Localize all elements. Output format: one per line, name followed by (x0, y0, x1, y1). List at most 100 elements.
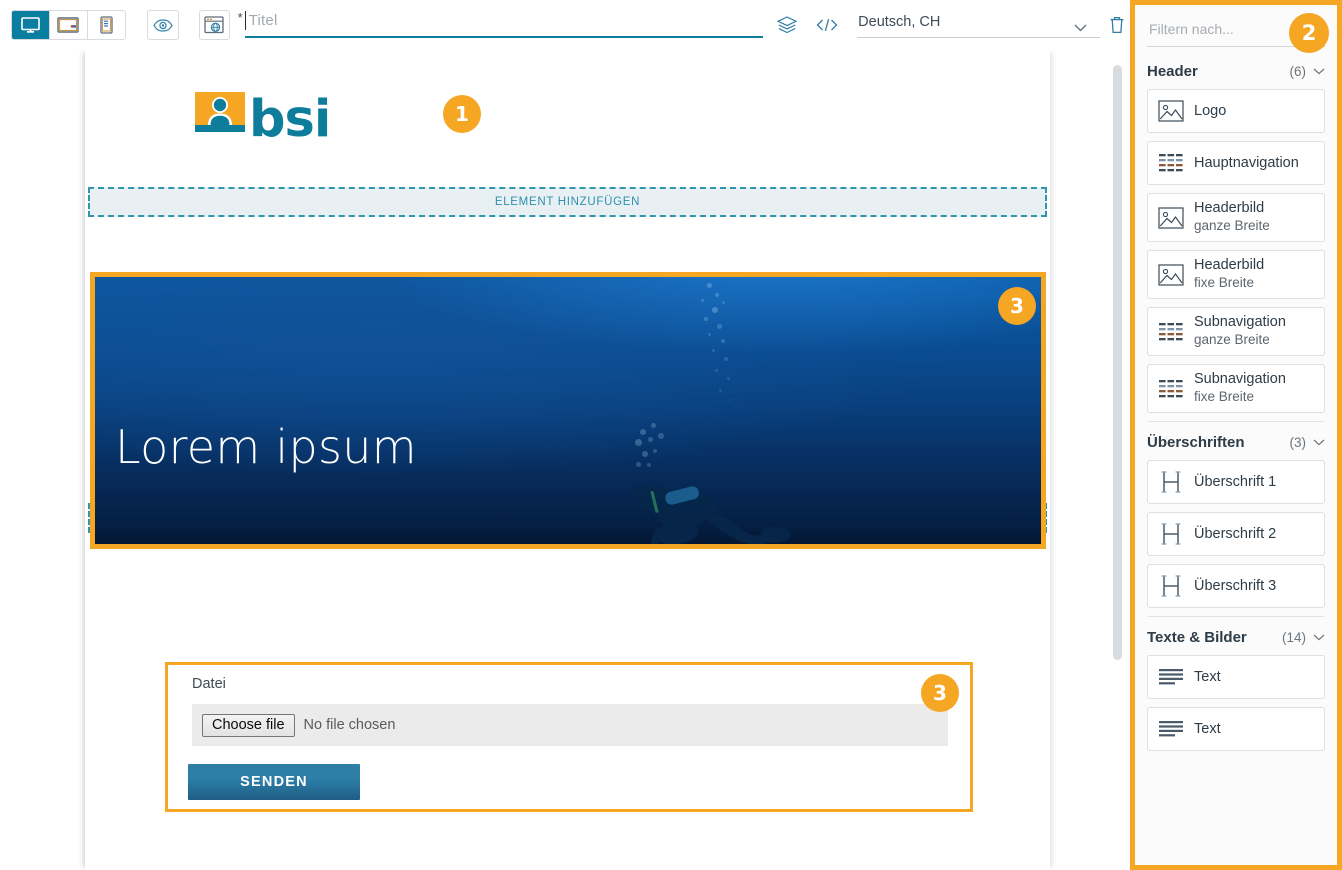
element-card-subtitle: ganze Breite (1194, 332, 1270, 347)
heading-icon (1148, 470, 1194, 494)
element-card[interactable]: Headerbild fixe Breite (1147, 250, 1325, 299)
element-groups: Header (6) Logo Hauptnavigation Headerbild ga… (1147, 53, 1325, 751)
element-card-subtitle: fixe Breite (1194, 275, 1255, 290)
file-upload-form-element[interactable]: Datei Choose file No file chosen SENDEN … (165, 662, 973, 812)
grid-icon (1148, 378, 1194, 400)
mobile-icon (100, 16, 113, 34)
language-underline (857, 37, 1101, 38)
annotation-badge-3-form: 3 (921, 674, 959, 712)
page-canvas[interactable]: bsi 1 ELEMENT HINZUFÜGEN ELEMENT HINZUFÜ… (0, 50, 1130, 870)
element-card-title: Text (1194, 720, 1221, 737)
annotation-badge-1: 1 (443, 95, 481, 133)
canvas-logo[interactable]: bsi (195, 90, 331, 149)
image-icon (1148, 206, 1194, 229)
source-code-button[interactable] (814, 12, 839, 38)
page-title-input[interactable]: Titel (244, 8, 763, 38)
language-select[interactable]: Deutsch, CH (857, 10, 1101, 40)
element-card[interactable]: Text (1147, 707, 1325, 751)
element-card[interactable]: Überschrift 2 (1147, 512, 1325, 556)
heading-icon (1161, 523, 1181, 545)
element-card[interactable]: Text (1147, 655, 1325, 699)
element-card[interactable]: Hauptnavigation (1147, 141, 1325, 185)
element-card[interactable]: Logo (1147, 89, 1325, 133)
hero-image-element[interactable]: Lorem ipsum 3 (90, 272, 1046, 549)
delete-button[interactable] (1105, 12, 1130, 38)
group-divider (1148, 421, 1324, 422)
element-card[interactable]: Subnavigation fixe Breite (1147, 364, 1325, 413)
element-card[interactable]: Subnavigation ganze Breite (1147, 307, 1325, 356)
element-card-title: Headerbild (1194, 200, 1265, 216)
element-group-count: (3) (1289, 434, 1307, 450)
layers-button[interactable] (775, 12, 800, 38)
page-title-field-wrap: * Titel (238, 8, 763, 42)
text-lines-icon (1159, 669, 1183, 685)
chevron-down-icon (1313, 634, 1325, 641)
code-icon (816, 19, 837, 31)
chevron-down-icon (1313, 68, 1325, 75)
canvas-scrollbar[interactable] (1113, 65, 1122, 660)
element-card-subtitle: fixe Breite (1194, 389, 1255, 404)
no-file-chosen-text: No file chosen (303, 717, 396, 733)
grid-icon (1159, 154, 1183, 172)
grid-icon (1159, 379, 1183, 397)
element-card-title: Subnavigation (1194, 371, 1286, 387)
language-value: Deutsch, CH (858, 14, 941, 30)
element-group-title: Header (1147, 62, 1198, 80)
layers-icon (776, 16, 798, 34)
submit-button[interactable]: SENDEN (188, 764, 360, 800)
element-card-title: Überschrift 3 (1194, 577, 1277, 594)
grid-icon (1148, 321, 1194, 343)
dropzone-top-label: ELEMENT HINZUFÜGEN (494, 196, 641, 208)
browser-globe-icon (204, 16, 224, 34)
elements-panel: 2 Filtern nach... Header (6) Logo Hauptnavi… (1130, 0, 1342, 870)
group-collapse-toggle[interactable] (1313, 433, 1325, 451)
hero-title: Lorem ipsum (115, 420, 417, 474)
bsi-logo-text: bsi (249, 90, 331, 149)
choose-file-button[interactable]: Choose file (202, 713, 295, 737)
elements-panel-inner: Filtern nach... Header (6) Logo Hauptnaviga… (1135, 5, 1337, 759)
element-card-title: Headerbild (1194, 257, 1265, 273)
element-card-title: Hauptnavigation (1194, 154, 1299, 171)
element-group-title: Texte & Bilder (1147, 628, 1247, 646)
annotation-badge-2: 2 (1289, 13, 1329, 53)
annotation-badge-3-hero: 3 (998, 287, 1036, 325)
page-editor-app: * Titel Deutsch, CH bsi 1 ELEMENT HINZUF… (0, 0, 1342, 870)
element-card[interactable]: Headerbild ganze Breite (1147, 193, 1325, 242)
element-card-title: Subnavigation (1194, 314, 1286, 330)
file-input-row[interactable]: Choose file No file chosen (192, 704, 948, 746)
text-lines-icon (1148, 667, 1194, 687)
open-in-browser-button[interactable] (198, 10, 230, 40)
scuba-diver-silhouette (636, 485, 792, 544)
device-desktop-button[interactable] (12, 11, 50, 39)
element-card[interactable]: Überschrift 3 (1147, 564, 1325, 608)
page-title-placeholder: Titel (248, 12, 278, 29)
element-group-header-1[interactable]: Überschriften (3) (1147, 424, 1325, 460)
element-group-header-0[interactable]: Header (6) (1147, 53, 1325, 89)
heading-icon (1161, 575, 1181, 597)
image-icon (1158, 206, 1184, 229)
bsi-logo-mark (195, 92, 245, 142)
grid-icon (1159, 322, 1183, 340)
dropzone-top[interactable]: ELEMENT HINZUFÜGEN (88, 187, 1047, 217)
chevron-down-icon (1313, 439, 1325, 446)
preview-button[interactable] (147, 10, 179, 40)
group-collapse-toggle[interactable] (1313, 628, 1325, 646)
device-mobile-button[interactable] (87, 11, 126, 39)
tablet-icon (57, 17, 79, 33)
page-title-underline (244, 36, 763, 38)
element-card-title: Logo (1194, 102, 1227, 119)
text-caret (244, 11, 246, 30)
element-group-header-2[interactable]: Texte & Bilder (14) (1147, 619, 1325, 655)
element-card[interactable]: Überschrift 1 (1147, 460, 1325, 504)
device-tablet-button[interactable] (49, 11, 88, 39)
element-group-title: Überschriften (1147, 433, 1245, 451)
eye-icon (153, 18, 173, 32)
filter-placeholder: Filtern nach... (1149, 21, 1234, 37)
heading-icon (1148, 522, 1194, 546)
group-collapse-toggle[interactable] (1313, 62, 1325, 80)
top-toolbar: * Titel Deutsch, CH (0, 0, 1130, 50)
element-group-count: (6) (1289, 63, 1307, 79)
image-icon (1148, 263, 1194, 286)
element-card-title: Text (1194, 668, 1221, 685)
image-icon (1148, 100, 1194, 122)
